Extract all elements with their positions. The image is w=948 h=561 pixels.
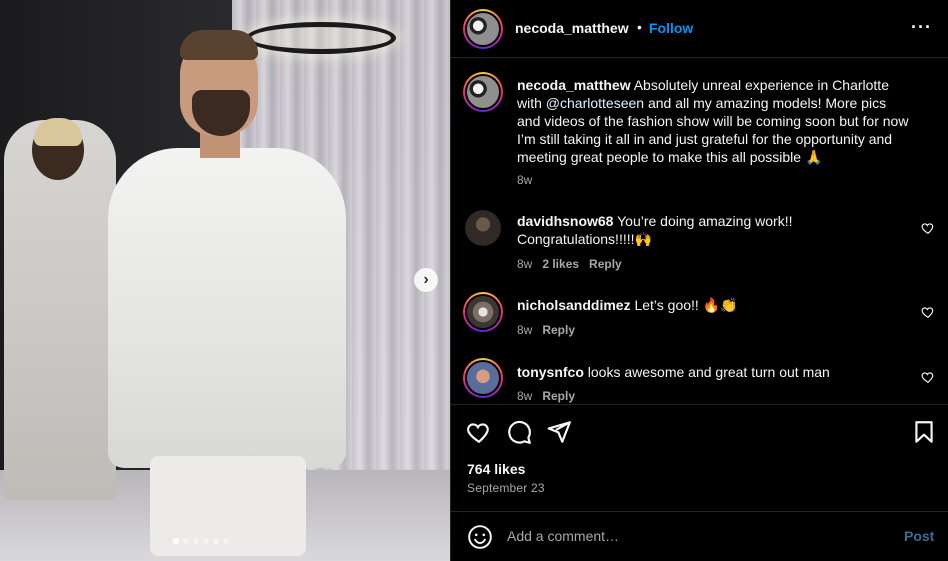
carousel-next-button[interactable]: › <box>414 268 438 292</box>
comment-reply-button[interactable]: Reply <box>589 257 622 271</box>
comment-username[interactable]: davidhsnow68 <box>517 213 613 229</box>
carousel-dots <box>173 538 229 544</box>
comment: davidhsnow68 You’re doing amazing work!!… <box>517 212 913 248</box>
caption-mention-link[interactable]: @charlotteseen <box>546 95 644 111</box>
more-options-icon[interactable]: ··· <box>911 18 932 36</box>
post-side-panel: necoda_matthew • Follow ··· necoda_matth… <box>450 0 948 561</box>
post-header: necoda_matthew • Follow ··· <box>451 0 948 58</box>
comment-timestamp[interactable]: 8w <box>517 323 532 337</box>
comment: nicholsanddimez Let’s goo!! 🔥👏 <box>517 296 913 314</box>
share-paper-plane-icon[interactable] <box>546 419 572 445</box>
comment-bubble-icon[interactable] <box>506 419 532 445</box>
caption-text: necoda_matthew Absolutely unreal experie… <box>517 76 913 166</box>
comment-timestamp[interactable]: 8w <box>517 257 532 271</box>
caption-timestamp[interactable]: 8w <box>517 173 532 187</box>
post-photo[interactable]: › <box>0 0 450 561</box>
photo-background-model-hair <box>34 118 82 146</box>
comment-like-icon[interactable] <box>921 305 935 319</box>
photo-model-hair <box>180 30 258 60</box>
emoji-icon[interactable] <box>467 524 493 550</box>
separator-dot: • <box>637 19 642 35</box>
comment-username[interactable]: nicholsanddimez <box>517 297 631 313</box>
post-date: September 23 <box>467 481 545 495</box>
photo-ceiling-lamp <box>246 22 396 54</box>
carousel-dot <box>213 538 219 544</box>
comment-like-icon[interactable] <box>921 221 935 235</box>
author-avatar[interactable] <box>463 9 503 49</box>
comment-reply-button[interactable]: Reply <box>542 323 575 337</box>
comment-meta: 8w 2 likes Reply <box>517 257 622 271</box>
carousel-dot <box>173 538 179 544</box>
caption-author-avatar[interactable] <box>463 72 503 112</box>
carousel-dot <box>183 538 189 544</box>
comment-like-icon[interactable] <box>921 370 935 384</box>
comment-username[interactable]: tonysnfco <box>517 364 584 380</box>
commenter-avatar[interactable] <box>463 358 503 398</box>
carousel-dot <box>203 538 209 544</box>
photo-model-sweater <box>108 148 346 468</box>
comment: tonysnfco looks awesome and great turn o… <box>517 363 913 381</box>
comment-timestamp[interactable]: 8w <box>517 389 532 403</box>
comment-input[interactable]: Add a comment… <box>507 528 619 544</box>
follow-button[interactable]: Follow <box>649 20 693 36</box>
comment-meta: 8w Reply <box>517 389 575 403</box>
chevron-right-icon: › <box>423 271 429 288</box>
caption-username[interactable]: necoda_matthew <box>517 77 631 93</box>
like-heart-icon[interactable] <box>466 419 492 445</box>
commenter-avatar[interactable] <box>465 210 501 246</box>
comments-section[interactable]: necoda_matthew Absolutely unreal experie… <box>451 58 948 404</box>
commenter-avatar[interactable] <box>463 292 503 332</box>
comment-meta: 8w Reply <box>517 323 575 337</box>
add-comment-bar: Add a comment… Post <box>451 511 948 561</box>
post-actions: 764 likes September 23 <box>451 404 948 514</box>
comment-likes[interactable]: 2 likes <box>542 257 579 271</box>
comment-reply-button[interactable]: Reply <box>542 389 575 403</box>
likes-count[interactable]: 764 likes <box>467 461 525 477</box>
carousel-dot <box>223 538 229 544</box>
save-bookmark-icon[interactable] <box>911 419 937 445</box>
author-username[interactable]: necoda_matthew <box>515 20 629 36</box>
comment-text: looks awesome and great turn out man <box>587 364 830 380</box>
carousel-dot <box>193 538 199 544</box>
comment-text: Let’s goo!! 🔥👏 <box>634 297 738 313</box>
post-comment-button[interactable]: Post <box>904 528 934 544</box>
